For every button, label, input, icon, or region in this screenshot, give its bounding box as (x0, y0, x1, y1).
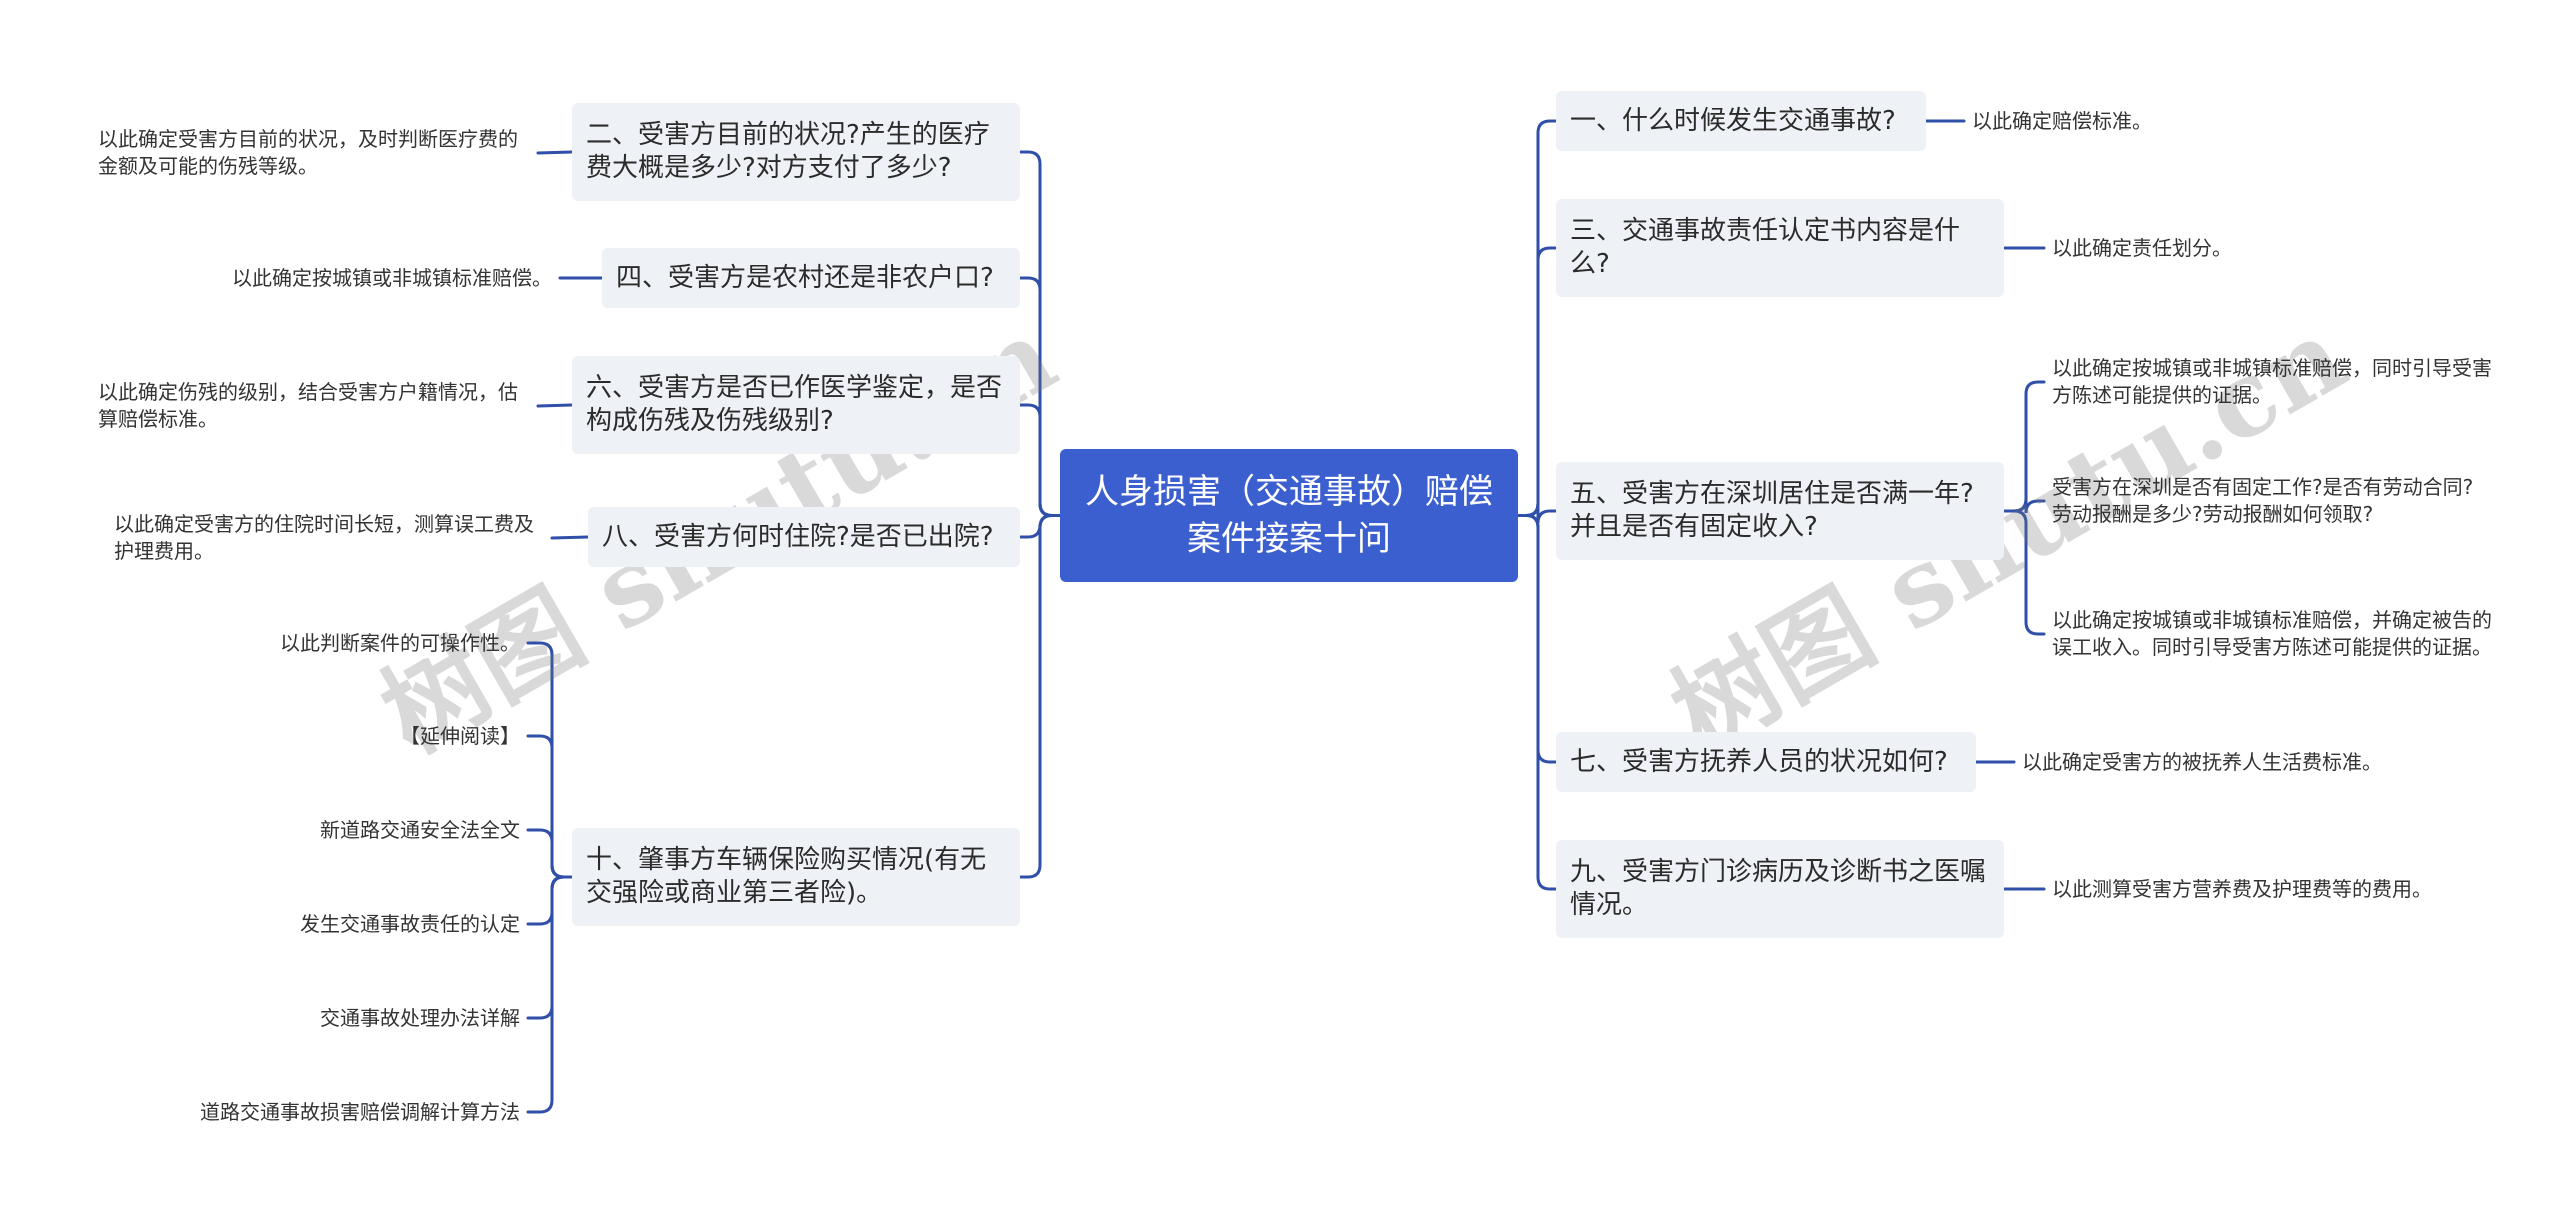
connector-lb4-ll4-2 (526, 828, 574, 879)
leaf-link[interactable]: 道路交通事故损害赔偿调解计算方法 (120, 1097, 520, 1127)
connector-root-lb4 (1018, 514, 1062, 879)
connector-lb4-ll4-5 (526, 875, 574, 1114)
leaf-note[interactable]: 以此确定按城镇或非城镇标准赔偿，同时引导受害方陈述可能提供的证据。 (2052, 353, 2492, 411)
branch-label: 八、受害方何时住院?是否已出院? (602, 521, 994, 552)
connector-lb4-ll4-1 (526, 734, 574, 879)
connector-lb4-ll4-4 (526, 875, 574, 1020)
leaf-note[interactable]: 以此测算受害方营养费及护理费等的费用。 (2052, 874, 2492, 904)
leaf-link[interactable]: 交通事故处理办法详解 (160, 1003, 520, 1033)
branch-q7-dependents[interactable]: 七、受害方抚养人员的状况如何? (1556, 732, 1976, 792)
connector-lb3-ll3-0 (550, 535, 590, 540)
branch-label: 三、交通事故责任认定书内容是什么? (1570, 216, 1961, 279)
connector-rb2-rl2-2 (2002, 509, 2046, 636)
branch-label: 七、受害方抚养人员的状况如何? (1570, 746, 1948, 777)
leaf-extended-reading[interactable]: 【延伸阅读】 (160, 721, 520, 751)
connector-root-rb1 (1516, 246, 1558, 517)
branch-q2-victim-status[interactable]: 二、受害方目前的状况?产生的医疗费大概是多少?对方支付了多少? (572, 103, 1020, 201)
connector-lb4-ll4-3 (526, 875, 574, 926)
branch-label: 一、什么时候发生交通事故? (1570, 105, 1896, 136)
branch-label: 四、受害方是农村还是非农户口? (616, 262, 994, 293)
leaf-link[interactable]: 发生交通事故责任的认定 (160, 909, 520, 939)
leaf-note[interactable]: 以此确定受害方的住院时间长短，测算误工费及护理费用。 (114, 509, 544, 567)
branch-label: 十、肇事方车辆保险购买情况(有无交强险或商业第三者险)。 (586, 845, 987, 908)
branch-label: 九、受害方门诊病历及诊断书之医嘱情况。 (1570, 857, 1987, 920)
connector-root-lb2 (1018, 403, 1062, 517)
connector-root-rb4 (1516, 514, 1558, 891)
leaf-link[interactable]: 新道路交通安全法全文 (160, 815, 520, 845)
branch-label: 六、受害方是否已作医学鉴定，是否构成伤残及伤残级别? (586, 373, 1003, 436)
leaf-note[interactable]: 以此确定责任划分。 (2052, 233, 2412, 263)
branch-q8-hospitalization[interactable]: 八、受害方何时住院?是否已出院? (588, 507, 1020, 567)
branch-label: 二、受害方目前的状况?产生的医疗费大概是多少?对方支付了多少? (586, 120, 990, 183)
branch-q6-medical-appraisal[interactable]: 六、受害方是否已作医学鉴定，是否构成伤残及伤残级别? (572, 356, 1020, 454)
leaf-note[interactable]: 以此确定赔偿标准。 (1972, 106, 2332, 136)
mind-map-canvas: 树图 shutu.cn 树图 shutu.cn 人身损害（交通事故）赔偿案件接案… (0, 0, 2560, 1217)
leaf-note[interactable]: 以此确定伤残的级别，结合受害方户籍情况，估算赔偿标准。 (98, 377, 530, 435)
root-topic-label: 人身损害（交通事故）赔偿案件接案十问 (1085, 471, 1493, 559)
connector-lb2-ll2-0 (536, 403, 574, 408)
leaf-note[interactable]: 以此确定按城镇或非城镇标准赔偿。 (170, 263, 552, 293)
leaf-note[interactable]: 受害方在深圳是否有固定工作?是否有劳动合同?劳动报酬是多少?劳动报酬如何领取? (2052, 472, 2492, 530)
leaf-note[interactable]: 以此确定受害方目前的状况，及时判断医疗费的金额及可能的伤残等级。 (98, 124, 530, 182)
branch-q3-liability-report[interactable]: 三、交通事故责任认定书内容是什么? (1556, 199, 2004, 297)
branch-q5-residence-income[interactable]: 五、受害方在深圳居住是否满一年?并且是否有固定收入? (1556, 462, 2004, 560)
branch-q10-insurance[interactable]: 十、肇事方车辆保险购买情况(有无交强险或商业第三者险)。 (572, 828, 1020, 926)
connector-rb2-rl2-0 (2002, 380, 2046, 513)
leaf-note[interactable]: 以此确定受害方的被抚养人生活费标准。 (2022, 747, 2442, 777)
leaf-note[interactable]: 以此判断案件的可操作性。 (160, 628, 520, 658)
connector-lb4-ll4-0 (526, 641, 574, 879)
branch-q9-medical-records[interactable]: 九、受害方门诊病历及诊断书之医嘱情况。 (1556, 840, 2004, 938)
leaf-note[interactable]: 以此确定按城镇或非城镇标准赔偿，并确定被告的误工收入。同时引导受害方陈述可能提供… (2052, 591, 2492, 677)
root-topic[interactable]: 人身损害（交通事故）赔偿案件接案十问 (1060, 449, 1518, 582)
connector-lb0-ll0-0 (536, 150, 574, 155)
branch-label: 五、受害方在深圳居住是否满一年?并且是否有固定收入? (1570, 479, 1974, 542)
branch-q1-accident-time[interactable]: 一、什么时候发生交通事故? (1556, 91, 1926, 151)
branch-q4-household-type[interactable]: 四、受害方是农村还是非农户口? (602, 248, 1020, 308)
